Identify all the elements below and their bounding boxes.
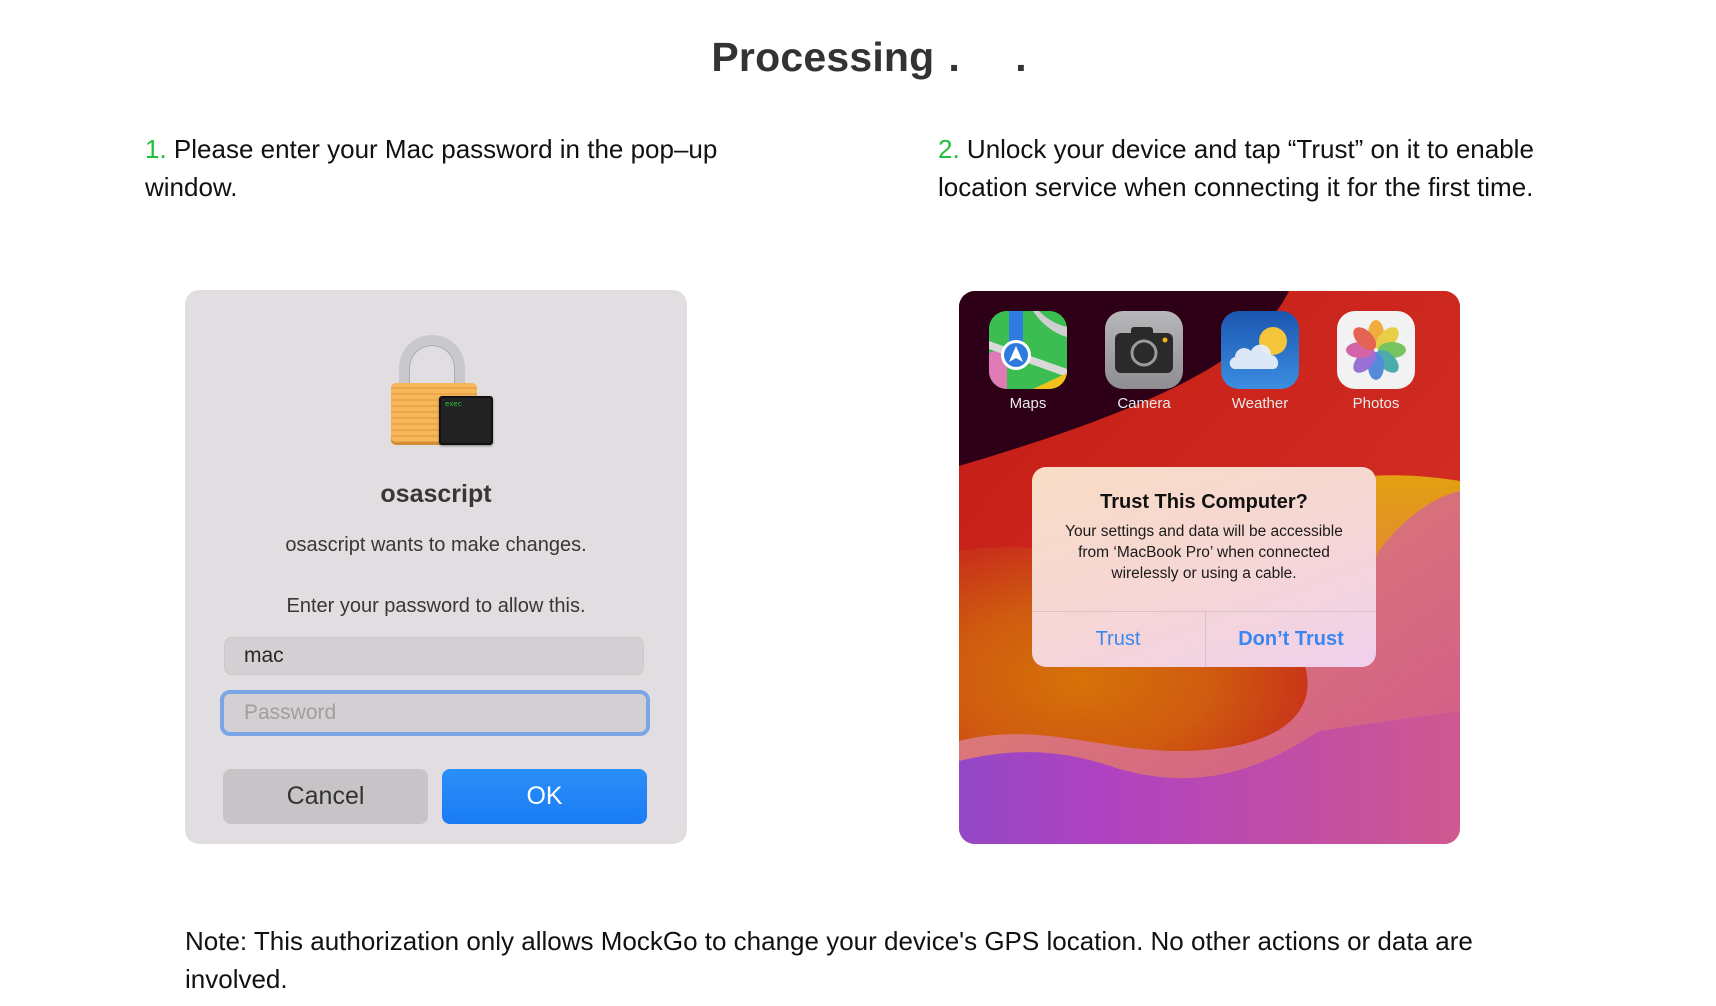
app-label-weather: Weather [1231,395,1289,412]
dialog-app-name: osascript [380,480,492,508]
ok-button[interactable]: OK [442,769,647,824]
password-field[interactable]: Password [220,690,650,736]
app-label-camera: Camera [1117,395,1171,412]
alert-title: Trust This Computer? [1100,491,1308,513]
dialog-prompt: Enter your password to allow this. [286,595,586,617]
app-label-maps: Maps [1009,395,1047,412]
dialog-message: osascript wants to make changes. [285,534,587,556]
cancel-button[interactable]: Cancel [223,769,428,824]
title-dots: . . [948,34,1049,80]
app-label-photos: Photos [1352,395,1400,412]
app-maps[interactable]: Maps [988,311,1068,412]
step-1-number: 1. [145,134,167,164]
mac-auth-dialog: exec osascript osascript wants to make c… [185,290,687,844]
app-camera[interactable]: Camera [1104,311,1184,412]
step-2-text: Unlock your device and tap “Trust” on it… [938,134,1534,202]
photos-icon [1337,311,1415,389]
camera-icon [1105,311,1183,389]
step-1-text: Please enter your Mac password in the po… [145,134,718,202]
app-weather[interactable]: Weather [1220,311,1300,412]
iphone-trust-screen: Maps Camera Weather Photos Trust This Co… [959,291,1460,844]
step-1-instruction: 1. Please enter your Mac password in the… [145,130,785,206]
maps-icon [989,311,1067,389]
title-text: Processing [711,34,935,80]
step-2-instruction: 2. Unlock your device and tap “Trust” on… [938,130,1578,206]
lock-terminal-icon: exec [391,335,495,447]
username-field[interactable]: mac [224,637,644,675]
authorization-note: Note: This authorization only allows Moc… [185,926,1473,994]
terminal-label: exec [445,400,462,408]
alert-message: Your settings and data will be accessibl… [1065,523,1343,582]
app-photos[interactable]: Photos [1336,311,1416,412]
step-2-number: 2. [938,134,960,164]
dont-trust-button[interactable]: Don’t Trust [1205,612,1376,667]
trust-alert: Trust This Computer? Your settings and d… [1032,467,1376,667]
trust-button[interactable]: Trust [1032,612,1204,667]
terminal-icon: exec [439,396,493,445]
weather-icon [1221,311,1299,389]
page-title: Processing . . [0,34,1716,81]
